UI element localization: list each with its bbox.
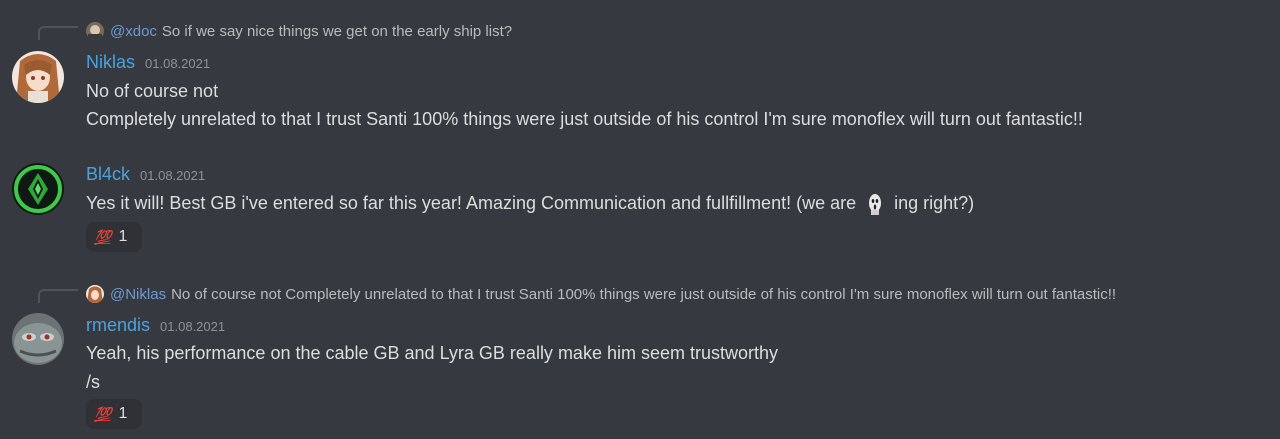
reply-text: So if we say nice things we get on the e… (161, 22, 513, 40)
avatar[interactable] (12, 313, 64, 365)
avatar[interactable] (12, 51, 64, 103)
reply-mention[interactable]: @xdoc (110, 23, 157, 40)
ghost-face-emoji-icon (864, 192, 886, 216)
reply-text: No of course not Completely unrelated to… (171, 285, 1117, 303)
timestamp: 01.08.2021 (145, 56, 211, 71)
message-text-line: /s (86, 372, 101, 392)
message-header: Niklas 01.08.2021 (86, 52, 210, 73)
message-text-line: Completely unrelated to that I trust San… (86, 109, 1083, 129)
reaction-count: 1 (118, 405, 128, 422)
reaction-button[interactable]: 💯 1 (86, 222, 142, 252)
message-text-after: ing right?) (894, 192, 975, 213)
chat-messages: @xdoc So if we say nice things we get on… (0, 0, 1280, 439)
timestamp: 01.08.2021 (160, 319, 226, 334)
reply-preview[interactable]: @xdoc So if we say nice things we get on… (86, 22, 512, 40)
username[interactable]: Niklas (86, 52, 135, 73)
hundred-points-icon: 💯 (94, 228, 111, 245)
message-text-before: Yes it will! Best GB i've entered so far… (86, 192, 857, 213)
reply-connector (38, 26, 78, 40)
hundred-points-icon: 💯 (94, 405, 111, 422)
message-text-line: No of course not (86, 81, 219, 101)
timestamp: 01.08.2021 (140, 168, 206, 183)
username[interactable]: rmendis (86, 315, 150, 336)
reply-avatar (86, 22, 104, 40)
message-text-line: Yeah, his performance on the cable GB an… (86, 343, 778, 363)
message-header: Bl4ck 01.08.2021 (86, 164, 205, 185)
avatar[interactable] (12, 163, 64, 215)
message-text-line: Yes it will! Best GB i've entered so far… (86, 192, 974, 216)
reply-avatar (86, 285, 104, 303)
reply-connector (38, 289, 78, 303)
reply-mention[interactable]: @Niklas (110, 286, 166, 303)
reaction-button[interactable]: 💯 1 (86, 399, 142, 429)
username[interactable]: Bl4ck (86, 164, 130, 185)
message-header: rmendis 01.08.2021 (86, 315, 225, 336)
reply-preview[interactable]: @Niklas No of course not Completely unre… (86, 285, 1116, 303)
reaction-count: 1 (118, 228, 128, 245)
